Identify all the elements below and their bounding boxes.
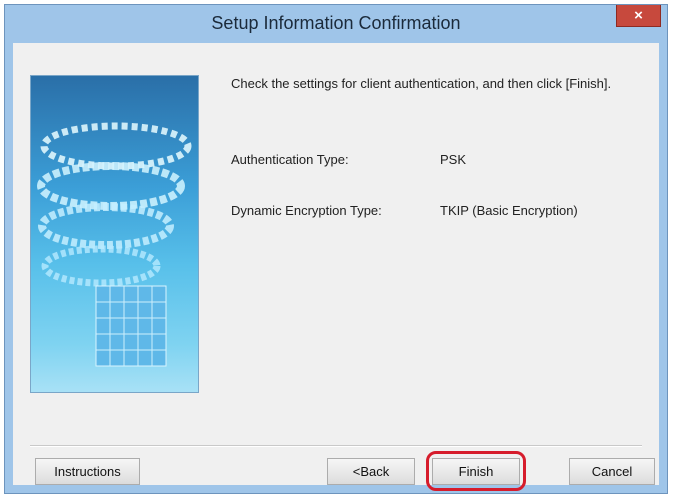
dialog-window: Setup Information Confirmation × Check t…: [4, 4, 668, 494]
auth-type-value: PSK: [440, 152, 467, 167]
spiral-illustration: [37, 122, 192, 367]
instruction-text: Check the settings for client authentica…: [231, 76, 612, 91]
instructions-button[interactable]: Instructions: [35, 458, 140, 485]
title-bar: Setup Information Confirmation ×: [5, 5, 667, 43]
dialog-title: Setup Information Confirmation: [211, 13, 461, 33]
close-button[interactable]: ×: [616, 5, 661, 27]
spiral-data-icon: [30, 75, 199, 393]
cancel-button[interactable]: Cancel: [569, 458, 655, 485]
close-icon: ×: [634, 7, 643, 24]
back-button[interactable]: <Back: [327, 458, 415, 485]
button-divider: [30, 445, 642, 447]
finish-highlight: [426, 451, 526, 491]
auth-type-label: Authentication Type:: [231, 152, 349, 167]
dialog-content: Check the settings for client authentica…: [13, 43, 659, 491]
encryption-type-label: Dynamic Encryption Type:: [231, 203, 382, 218]
encryption-type-value: TKIP (Basic Encryption): [440, 203, 578, 218]
